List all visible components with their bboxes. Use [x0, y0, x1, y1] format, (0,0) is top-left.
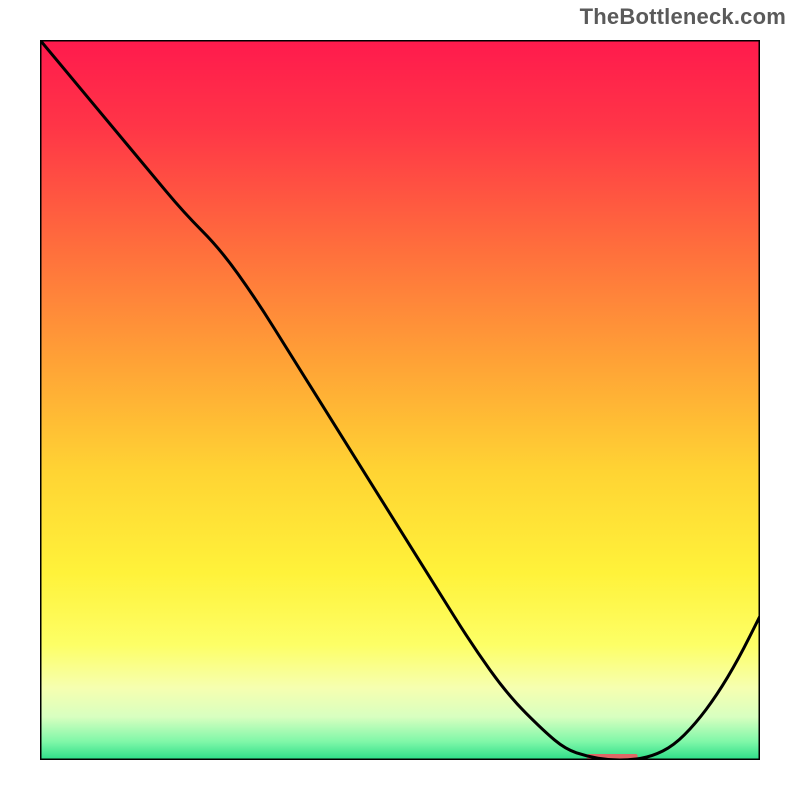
chart-frame: TheBottleneck.com: [0, 0, 800, 800]
plot-area: [40, 40, 760, 760]
bottleneck-chart: [40, 40, 760, 760]
gradient-background: [40, 40, 760, 760]
attribution-text: TheBottleneck.com: [580, 4, 786, 30]
